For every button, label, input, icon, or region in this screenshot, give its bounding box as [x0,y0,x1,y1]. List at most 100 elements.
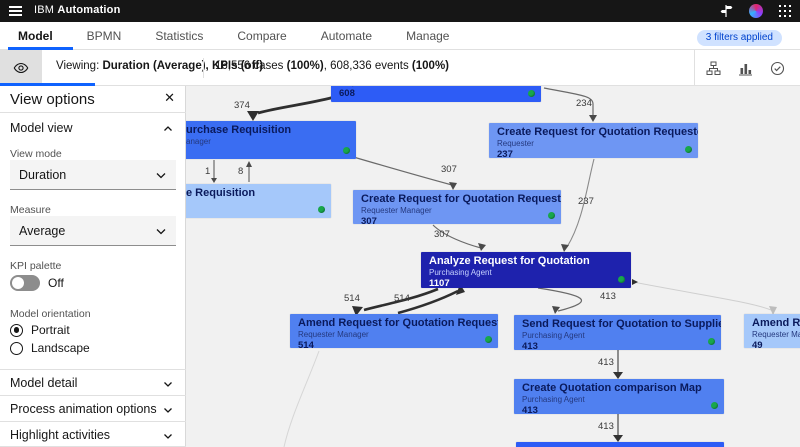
node-count: 608 [339,88,533,99]
tab-bar: Model BPMN Statistics Compare Automate M… [0,22,800,50]
activity-node-create-rfq-requester[interactable]: Create Request for Quotation Requester R… [489,123,698,158]
node-count: 514 [298,340,490,348]
eye-icon [13,60,29,76]
edge-label: 374 [234,100,250,111]
node-count: 307 [361,216,553,224]
node-count: 237 [497,149,690,158]
section-model-detail[interactable]: Model detail [10,376,77,390]
chevron-up-icon[interactable] [163,124,173,134]
chevron-down-icon[interactable] [163,405,173,415]
node-count: 413 [522,405,716,414]
section-model-view[interactable]: Model view [10,121,73,135]
tab-automate[interactable]: Automate [321,29,372,43]
cases-percent: (100%) [287,60,324,72]
kpi-toggle-state: Off [48,276,64,290]
edge-label: 8 [238,166,243,177]
node-title: Amend Requ [752,317,800,330]
activity-node-create-quotation-comparison-map[interactable]: Create Quotation comparison Map Purchasi… [514,379,724,414]
edge-label: 514 [344,293,360,304]
view-mode-value: Duration [19,168,66,182]
activity-node-send-rfq-to-supplier[interactable]: Send Request for Quotation to Supplier P… [514,315,721,350]
activity-node-create-rfq-requester-manager[interactable]: Create Request for Quotation Requester M… [353,190,561,224]
node-title: Create Request for Quotation Requester M… [361,193,553,206]
node-subtitle: Purchasing Agent [522,331,713,341]
bar-chart-icon[interactable] [736,59,754,77]
activity-node-amend-rfq-right[interactable]: Amend Requ Requester Man 49 [744,314,800,348]
edge-label: 413 [600,291,616,302]
node-title: Analyze Request for Quotation [429,255,623,268]
edge-label: 307 [434,229,450,240]
section-process-animation-options[interactable]: Process animation options [10,402,157,416]
view-options-toggle[interactable] [0,50,42,85]
brand-title: IBM Automation [34,4,121,16]
tab-model[interactable]: Model [18,29,53,43]
radio-button [10,342,23,355]
divider [0,421,186,422]
activity-node-amend-rfq-requester[interactable]: Amend Request for Quotation Requester Re… [290,314,498,348]
case-event-stats: 16,556 cases (100%), 608,336 events (100… [215,60,449,72]
chevron-down-icon[interactable] [163,379,173,389]
node-subtitle: Purchasing Agent [429,268,623,278]
node-title: Send Request for Quotation to Supplier [522,318,713,331]
green-indicator-dot [685,146,692,153]
green-indicator-dot [528,90,535,97]
node-title: e Requisition [186,187,323,200]
process-model-canvas[interactable]: 374 234 1 8 307 237 307 514 514 413 413 … [186,86,800,447]
activity-node-top[interactable]: Requester 608 [331,86,541,102]
hamburger-menu-icon[interactable] [9,6,22,16]
activity-node-purchase-requisition[interactable]: urchase Requisition anager [186,121,356,159]
green-indicator-dot [318,206,325,213]
edge-label: 413 [598,421,614,432]
green-indicator-dot [618,276,625,283]
node-subtitle: Requester [497,139,690,149]
process-model-icon[interactable] [704,59,722,77]
node-count: 49 [752,340,800,348]
green-indicator-dot [343,147,350,154]
green-indicator-dot [485,336,492,343]
node-subtitle: Purchasing Agent [522,395,716,405]
tab-statistics[interactable]: Statistics [155,29,203,43]
divider [0,112,186,113]
edge-label: 1 [205,166,210,177]
view-options-panel: View options ✕ Model view View mode Dura… [0,86,186,447]
toolbar-divider [203,58,204,78]
green-indicator-dot [708,338,715,345]
radio-portrait[interactable]: Portrait [10,323,70,337]
filters-applied-badge[interactable]: 3 filters applied [697,30,782,46]
avatar[interactable] [749,4,763,18]
chevron-down-icon [156,172,166,179]
node-subtitle: Requester Manager [361,206,553,216]
activity-node-analyze-rfq[interactable]: Analyze Request for Quotation Purchasing… [421,252,631,288]
landscape-label: Landscape [31,341,90,355]
activity-node-requisition[interactable]: e Requisition [186,184,331,218]
kpi-palette-toggle[interactable] [10,275,40,291]
measure-value: Average [19,224,65,238]
edge-label: 307 [441,164,457,175]
node-subtitle: anager [186,137,348,147]
node-count: 413 [522,341,713,350]
app-header: IBM Automation [0,0,800,22]
chevron-down-icon[interactable] [163,431,173,441]
tab-bpmn[interactable]: BPMN [87,29,122,43]
green-indicator-dot [711,402,718,409]
section-highlight-activities[interactable]: Highlight activities [10,428,110,442]
tab-manage[interactable]: Manage [406,29,449,43]
node-subtitle: Requester Man [752,330,800,340]
tab-compare[interactable]: Compare [237,29,286,43]
activity-node-bottom[interactable] [516,442,724,447]
brand-ibm: IBM [34,4,54,16]
cases-count: 16,556 cases [215,60,287,72]
node-title: Create Quotation comparison Map [522,382,716,395]
signpost-icon[interactable] [719,4,733,18]
checkmark-circle-icon[interactable] [768,59,786,77]
ibm-automation-app: IBM Automation Model BPMN Statistics Com… [0,0,800,447]
close-icon[interactable]: ✕ [164,90,175,106]
measure-dropdown[interactable]: Average [10,216,176,246]
view-mode-dropdown[interactable]: Duration [10,160,176,190]
node-title: urchase Requisition [186,124,348,137]
node-title: Amend Request for Quotation Requester [298,317,490,330]
brand-product: Automation [57,4,120,16]
radio-landscape[interactable]: Landscape [10,341,90,355]
portrait-label: Portrait [31,323,70,337]
app-switcher-icon[interactable] [779,4,793,18]
